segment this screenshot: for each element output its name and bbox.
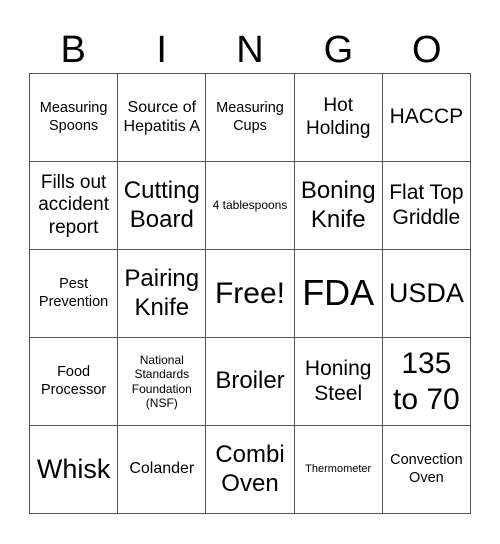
bingo-cell[interactable]: USDA bbox=[382, 250, 471, 338]
header-letter-n: N bbox=[236, 29, 264, 71]
bingo-cell[interactable]: Fills out accident report bbox=[30, 162, 119, 250]
bingo-cell[interactable]: Colander bbox=[118, 426, 207, 514]
bingo-cell[interactable]: Combi Oven bbox=[206, 426, 295, 514]
bingo-cell[interactable]: Honing Steel bbox=[294, 338, 383, 426]
bingo-cell[interactable]: Food Processor bbox=[30, 338, 119, 426]
bingo-cell[interactable]: Thermometer bbox=[294, 426, 383, 514]
bingo-cell[interactable]: HACCP bbox=[382, 74, 471, 162]
bingo-cell[interactable]: Pest Prevention bbox=[30, 250, 119, 338]
bingo-cell[interactable]: Broiler bbox=[206, 338, 295, 426]
bingo-cell[interactable]: Cutting Board bbox=[118, 162, 207, 250]
bingo-cell[interactable]: Measuring Cups bbox=[206, 74, 295, 162]
bingo-cell[interactable]: Boning Knife bbox=[294, 162, 383, 250]
bingo-cell[interactable]: Whisk bbox=[30, 426, 119, 514]
bingo-cell[interactable]: Pairing Knife bbox=[118, 250, 207, 338]
bingo-grid: Measuring Spoons Source of Hepatitis A M… bbox=[29, 73, 471, 514]
bingo-cell[interactable]: Measuring Spoons bbox=[30, 74, 119, 162]
bingo-cell[interactable]: 135 to 70 bbox=[382, 338, 471, 426]
bingo-cell[interactable]: Convection Oven bbox=[382, 426, 471, 514]
free-space-cell[interactable]: Free! bbox=[206, 250, 295, 338]
header-letter-g: G bbox=[323, 29, 354, 71]
bingo-cell[interactable]: Source of Hepatitis A bbox=[118, 74, 207, 162]
bingo-cell[interactable]: 4 tablespoons bbox=[206, 162, 295, 250]
bingo-cell[interactable]: National Standards Foundation (NSF) bbox=[118, 338, 207, 426]
header-letter-o: O bbox=[412, 29, 442, 71]
header-letter-b: B bbox=[60, 29, 86, 71]
header-letter-i: I bbox=[156, 29, 167, 71]
bingo-cell[interactable]: FDA bbox=[294, 250, 383, 338]
bingo-header: B I N G O bbox=[29, 28, 471, 72]
bingo-cell[interactable]: Flat Top Griddle bbox=[382, 162, 471, 250]
bingo-cell[interactable]: Hot Holding bbox=[294, 74, 383, 162]
